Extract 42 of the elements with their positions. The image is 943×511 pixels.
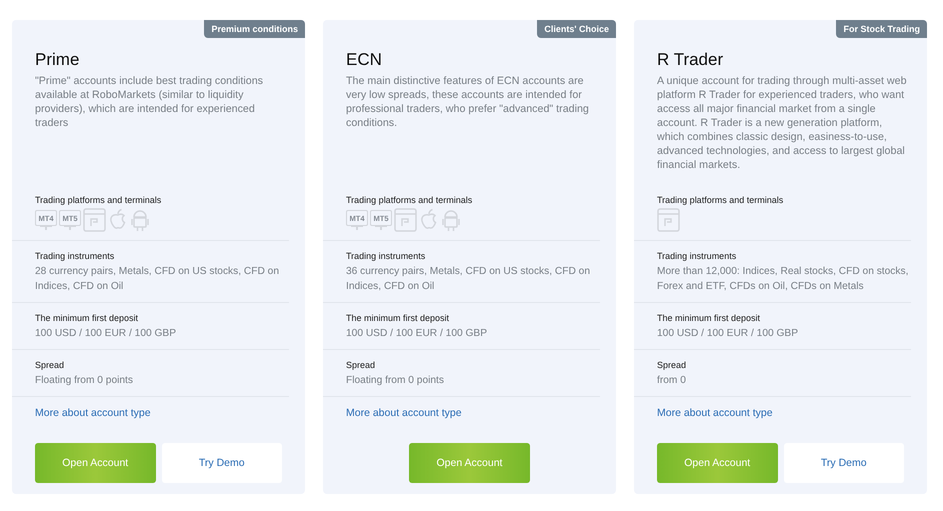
browser-window-icon: [394, 208, 417, 232]
android-icon: [130, 208, 150, 232]
more-link[interactable]: More about account type: [35, 407, 151, 419]
section-label: Trading platforms and terminals: [346, 195, 472, 205]
section-value: More than 12,000: Indices, Real stocks, CFD on stocks, Forex and ETF, CFDs on Oil, CFDs on Metals: [657, 265, 910, 294]
apple-icon: [419, 208, 439, 232]
card-badge: For Stock Trading: [836, 20, 927, 38]
browser-window-icon: [83, 208, 106, 232]
section-label: Spread: [35, 360, 64, 370]
section-label: Trading platforms and terminals: [35, 195, 162, 205]
account-title: ECN: [346, 50, 383, 70]
account-title: R Trader: [657, 50, 724, 70]
section-label: Trading instruments: [35, 251, 114, 261]
card-badge: Clients' Choice: [537, 20, 616, 38]
account-description: A unique account for trading through multi-asset web platform R Trader for experienced traders, who want access all major financial market from a single account. R Trader is a new generation platform, which combines classic design, easiness-to-use, advanced technologies, and access to largest global financial markets.: [657, 74, 908, 173]
section-label: Trading platforms and terminals: [657, 195, 784, 205]
section-label: Trading instruments: [346, 251, 426, 261]
section-label: Spread: [346, 360, 376, 370]
android-icon: [441, 208, 461, 232]
section-label: Spread: [657, 360, 686, 370]
section-value: 100 USD / 100 EUR / 100 GBP: [35, 327, 177, 341]
section-value: Floating from 0 points: [35, 374, 134, 388]
demo-button[interactable]: Try Demo: [784, 443, 904, 483]
demo-button[interactable]: Try Demo: [162, 443, 282, 483]
account-title: Prime: [35, 50, 80, 70]
section-value: from 0: [657, 374, 687, 388]
section-value: Floating from 0 points: [346, 374, 445, 388]
card-badge: Premium conditions: [204, 20, 305, 38]
browser-window-icon: [657, 208, 680, 232]
section-label: The minimum first deposit: [346, 313, 450, 323]
account-description: The main distinctive features of ECN accounts are very low spreads, these accounts are intended for professional traders, who prefer "advanced" trading conditions.: [346, 74, 590, 131]
account-description: "Prime" accounts include best trading conditions available at RoboMarkets (similar to liquidity providers), which are intended for experienced traders: [35, 74, 264, 131]
apple-icon: [108, 208, 128, 232]
section-label: The minimum first deposit: [657, 313, 760, 323]
section-value: 28 currency pairs, Metals, CFD on US stocks, CFD on Indices, CFD on Oil: [35, 265, 280, 294]
section-label: Trading instruments: [657, 251, 736, 261]
more-link[interactable]: More about account type: [346, 407, 462, 419]
more-link[interactable]: More about account type: [657, 407, 773, 419]
section-value: 36 currency pairs, Metals, CFD on US stocks, CFD on Indices, CFD on Oil: [346, 265, 592, 294]
section-label: The minimum first deposit: [35, 313, 138, 323]
section-value: 100 USD / 100 EUR / 100 GBP: [657, 327, 799, 341]
section-value: 100 USD / 100 EUR / 100 GBP: [346, 327, 488, 341]
